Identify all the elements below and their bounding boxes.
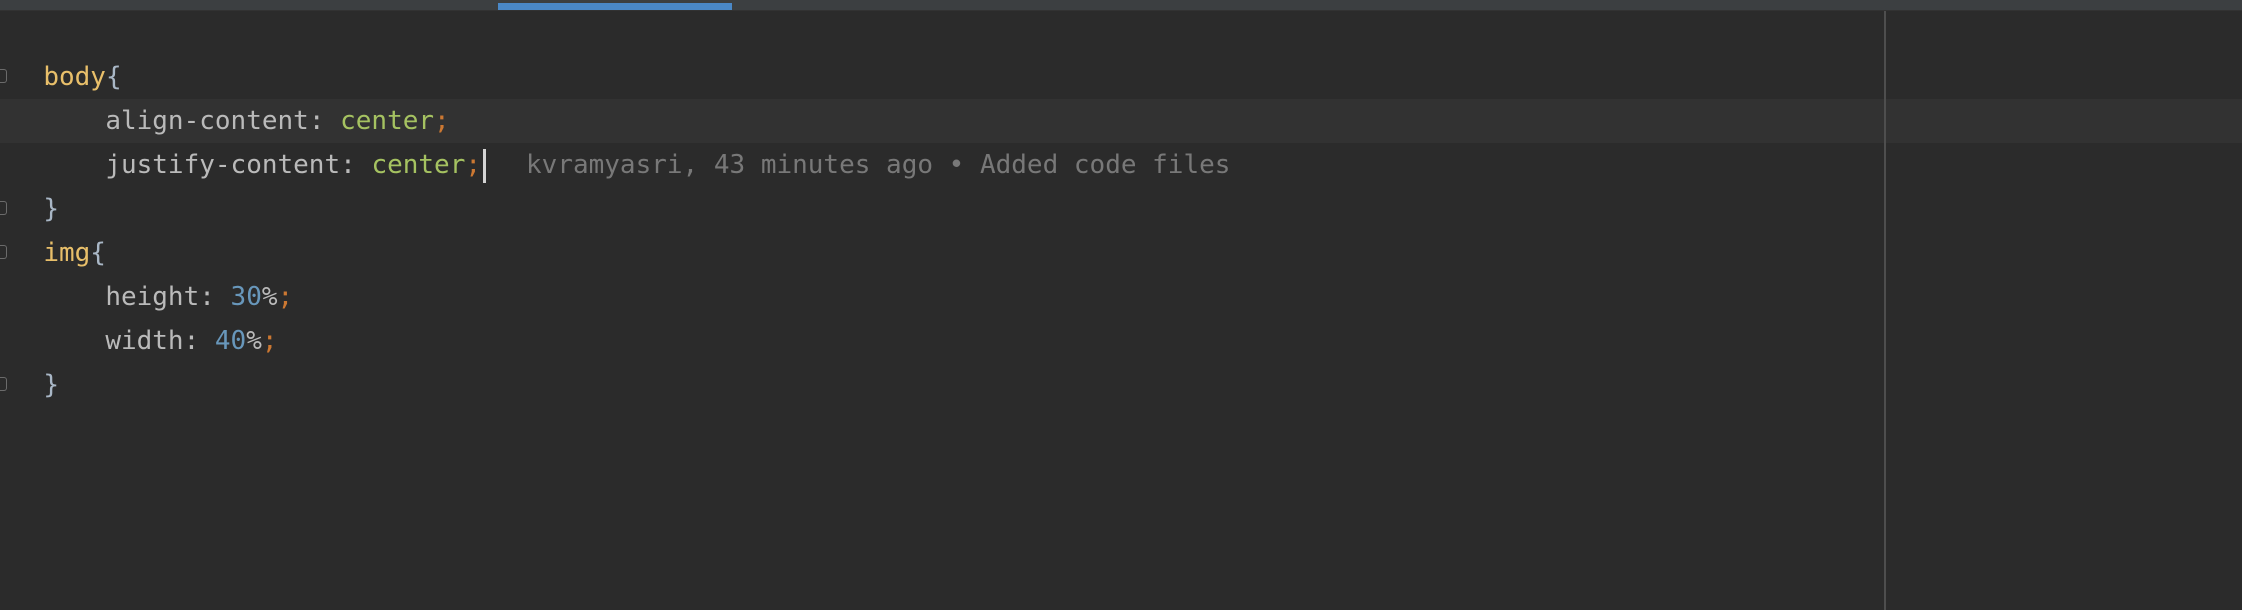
css-property: justify-content [105,150,341,180]
code-line[interactable]: img{ [0,187,106,268]
code-line[interactable]: align-content: center; [0,55,449,136]
code-line[interactable]: body{ [0,11,122,92]
git-blame-annotation[interactable]: kvramyasri, 43 minutes ago • Added code … [526,150,1230,180]
css-unit: % [246,326,262,356]
css-semicolon: ; [261,326,278,356]
code-line[interactable]: width: 40%; [0,275,277,356]
css-colon: : [340,150,372,180]
css-semicolon: ; [277,282,294,312]
css-semicolon: ; [465,150,482,180]
code-line[interactable]: } [0,319,59,400]
code-line[interactable]: height: 30%; [0,231,293,312]
right-margin-guide [1884,11,1886,610]
css-value: center [371,150,466,180]
fold-end-marker-icon[interactable] [0,363,8,407]
css-colon: : [183,326,215,356]
text-caret [483,148,487,183]
css-number: 40 [214,326,247,356]
css-property: width [105,326,184,356]
close-brace: } [43,370,59,400]
code-line[interactable]: } [0,143,59,224]
active-tab-indicator[interactable] [498,3,732,10]
code-line-current[interactable]: justify-content: center; kvramyasri, 43 m… [0,99,1230,183]
editor-tab-bar [0,0,2242,11]
